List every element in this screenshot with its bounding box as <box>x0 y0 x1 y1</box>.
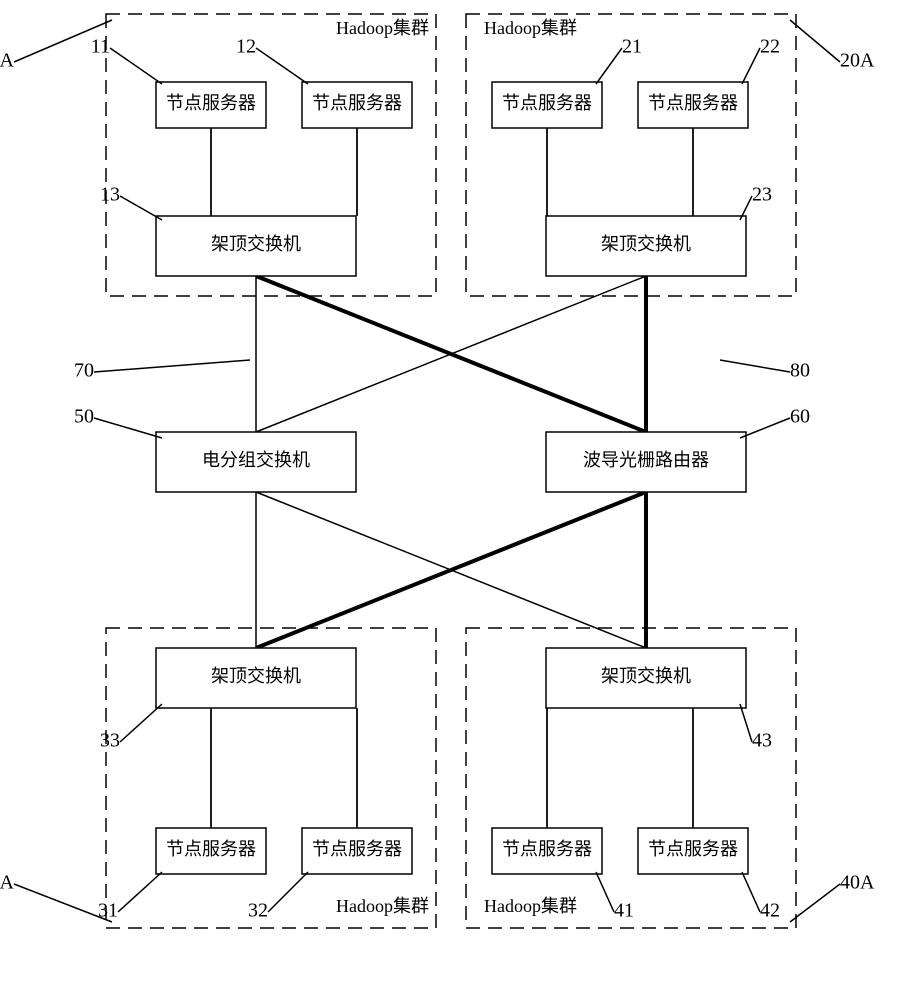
node-server-22-label: 节点服务器 <box>648 93 738 113</box>
callout-42-leader <box>742 872 760 912</box>
awg-router-label: 波导光栅路由器 <box>583 450 709 470</box>
callout-60: 60 <box>790 406 810 428</box>
callout-50-leader <box>94 418 162 438</box>
callout-32-leader <box>268 872 308 912</box>
callout-11-leader <box>110 48 162 84</box>
tor-switch-33-label: 架顶交换机 <box>211 666 301 686</box>
callout-10A: 10A <box>0 50 15 72</box>
callout-80: 80 <box>790 360 810 382</box>
node-server-21-label: 节点服务器 <box>502 93 592 113</box>
cluster-C-title: Hadoop集群 <box>336 896 429 916</box>
callout-32: 32 <box>248 900 268 922</box>
tor-switch-13-label: 架顶交换机 <box>211 234 301 254</box>
electrical-packet-switch-label: 电分组交换机 <box>202 450 310 470</box>
node-server-31-label: 节点服务器 <box>166 839 256 859</box>
callout-13-leader <box>120 196 162 220</box>
node-server-41-label: 节点服务器 <box>502 839 592 859</box>
tor-switch-43-label: 架顶交换机 <box>601 666 691 686</box>
callout-43: 43 <box>752 730 772 752</box>
callout-33-leader <box>120 704 162 742</box>
callout-70-leader <box>94 360 250 372</box>
callout-20A: 20A <box>840 50 875 72</box>
architecture-diagram: Hadoop集群节点服务器节点服务器架顶交换机Hadoop集群节点服务器节点服务… <box>0 0 901 1000</box>
cluster-A-title: Hadoop集群 <box>336 18 429 38</box>
callout-40A-leader <box>790 884 840 922</box>
callout-22-leader <box>742 48 760 84</box>
callout-20A-leader <box>790 20 840 62</box>
callout-21-leader <box>596 48 622 84</box>
callout-23: 23 <box>752 184 772 206</box>
cluster-D-title: Hadoop集群 <box>484 896 577 916</box>
callout-43-leader <box>740 704 752 742</box>
tor-switch-23-label: 架顶交换机 <box>601 234 691 254</box>
cluster-B-title: Hadoop集群 <box>484 18 577 38</box>
callout-33: 33 <box>100 730 120 752</box>
callout-12-leader <box>256 48 308 84</box>
node-server-32-label: 节点服务器 <box>312 839 402 859</box>
node-server-11-label: 节点服务器 <box>166 93 256 113</box>
callout-60-leader <box>740 418 790 438</box>
callout-41: 41 <box>614 900 634 922</box>
callout-41-leader <box>596 872 614 912</box>
callout-50: 50 <box>74 406 94 428</box>
callout-30A: 30A <box>0 872 15 894</box>
node-server-12-label: 节点服务器 <box>312 93 402 113</box>
callout-70: 70 <box>74 360 94 382</box>
callout-22: 22 <box>760 36 780 58</box>
callout-42: 42 <box>760 900 780 922</box>
callout-80-leader <box>720 360 790 372</box>
node-server-42-label: 节点服务器 <box>648 839 738 859</box>
callout-12: 12 <box>236 36 256 58</box>
callout-40A: 40A <box>840 872 875 894</box>
callout-31-leader <box>118 872 162 912</box>
callout-11: 11 <box>91 36 110 58</box>
callout-21: 21 <box>622 36 642 58</box>
callout-13: 13 <box>100 184 120 206</box>
